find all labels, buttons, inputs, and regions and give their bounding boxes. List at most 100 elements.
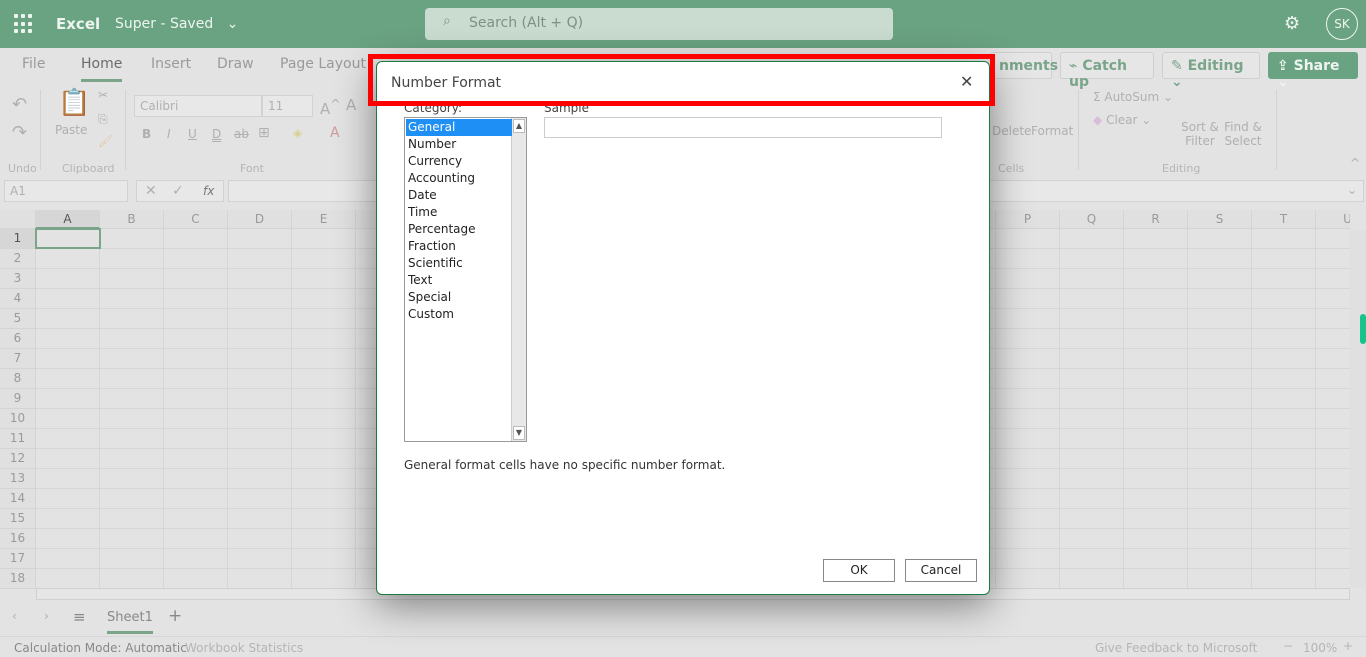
row-header[interactable]: 10: [0, 409, 36, 429]
cut-icon[interactable]: ✂: [98, 88, 108, 102]
row-header[interactable]: 16: [0, 529, 36, 549]
document-title[interactable]: Super - Saved ⌄: [115, 16, 238, 32]
app-launcher-icon[interactable]: [14, 14, 34, 34]
row-header[interactable]: 12: [0, 449, 36, 469]
borders-icon[interactable]: ⊞: [258, 125, 270, 141]
row-header[interactable]: 11: [0, 429, 36, 449]
column-header[interactable]: U: [1316, 210, 1350, 229]
increase-font-icon[interactable]: A^: [320, 96, 341, 118]
bold-icon[interactable]: B: [142, 127, 151, 141]
double-underline-icon[interactable]: D: [212, 127, 221, 141]
underline-icon[interactable]: U: [188, 127, 197, 141]
row-header[interactable]: 7: [0, 349, 36, 369]
tab-page-layout[interactable]: Page Layout: [280, 56, 366, 72]
vertical-scrollbar[interactable]: [1350, 230, 1366, 588]
zoom-level[interactable]: 100%: [1303, 641, 1337, 655]
format-cells-button[interactable]: Format: [1031, 124, 1073, 138]
autosum-button[interactable]: Σ AutoSum ⌄: [1093, 90, 1173, 104]
row-header[interactable]: 13: [0, 469, 36, 489]
strikethrough-icon[interactable]: ab: [234, 127, 249, 141]
category-list[interactable]: ▲ ▼ General Number Currency Accounting Date T…: [404, 117, 527, 442]
next-sheet-icon[interactable]: ›: [44, 609, 49, 623]
column-header[interactable]: T: [1252, 210, 1316, 229]
workbook-statistics[interactable]: Workbook Statistics: [185, 641, 303, 655]
sort-filter-button[interactable]: Sort & Filter: [1180, 120, 1220, 148]
row-header[interactable]: 3: [0, 269, 36, 289]
column-header[interactable]: S: [1188, 210, 1252, 229]
row-header[interactable]: 14: [0, 489, 36, 509]
scroll-down-icon[interactable]: ▼: [513, 426, 525, 440]
scroll-thumb[interactable]: [1360, 314, 1366, 344]
category-item[interactable]: Custom: [406, 306, 512, 323]
column-header[interactable]: R: [1124, 210, 1188, 229]
select-all-corner[interactable]: [0, 210, 36, 229]
clear-button[interactable]: ◆ Clear ⌄: [1093, 113, 1151, 127]
category-item[interactable]: Currency: [406, 153, 512, 170]
column-header[interactable]: A: [36, 210, 100, 229]
category-item[interactable]: General: [406, 119, 512, 136]
category-item[interactable]: Time: [406, 204, 512, 221]
column-header[interactable]: E: [292, 210, 356, 229]
tab-file[interactable]: File: [22, 56, 45, 72]
row-header[interactable]: 18: [0, 569, 36, 589]
tab-draw[interactable]: Draw: [217, 56, 254, 72]
editing-mode-button[interactable]: ✎ Editing ⌄: [1162, 52, 1260, 90]
find-select-button[interactable]: Find & Select: [1222, 120, 1264, 148]
ok-button[interactable]: OK: [823, 559, 895, 582]
row-header[interactable]: 17: [0, 549, 36, 569]
category-item[interactable]: Accounting: [406, 170, 512, 187]
collapse-ribbon-icon[interactable]: ^: [1350, 156, 1360, 170]
decrease-font-icon[interactable]: A: [346, 96, 356, 114]
fill-color-icon[interactable]: ◈: [293, 126, 302, 140]
cancel-icon[interactable]: ✕: [145, 183, 157, 199]
share-button[interactable]: ⇪ Share ⌄: [1268, 52, 1358, 90]
column-header[interactable]: P: [996, 210, 1060, 229]
category-item[interactable]: Scientific: [406, 255, 512, 272]
paste-icon[interactable]: 📋: [58, 88, 90, 118]
category-item[interactable]: Special: [406, 289, 512, 306]
zoom-out-icon[interactable]: −: [1283, 639, 1293, 653]
tab-insert[interactable]: Insert: [151, 56, 191, 72]
prev-sheet-icon[interactable]: ‹: [12, 609, 17, 623]
column-header[interactable]: Q: [1060, 210, 1124, 229]
row-header[interactable]: 1: [0, 229, 36, 249]
calculation-mode[interactable]: Calculation Mode: Automatic: [14, 641, 187, 655]
search-input[interactable]: ⌕ Search (Alt + Q): [425, 8, 893, 40]
catch-up-button[interactable]: ⌁ Catch up: [1060, 52, 1154, 90]
row-header[interactable]: 5: [0, 309, 36, 329]
font-size-dropdown[interactable]: 11: [262, 95, 313, 117]
row-header[interactable]: 9: [0, 389, 36, 409]
scroll-up-icon[interactable]: ▲: [513, 119, 525, 133]
list-scrollbar[interactable]: ▲ ▼: [511, 118, 526, 441]
name-box[interactable]: A1: [4, 180, 128, 202]
italic-icon[interactable]: I: [167, 127, 171, 141]
category-item[interactable]: Date: [406, 187, 512, 204]
expand-formula-icon[interactable]: ⌄: [1347, 183, 1357, 197]
row-header[interactable]: 6: [0, 329, 36, 349]
undo-icon[interactable]: ↶: [12, 94, 27, 115]
add-sheet-icon[interactable]: +: [168, 606, 182, 626]
sheet-tab[interactable]: Sheet1: [107, 610, 153, 634]
check-icon[interactable]: ✓: [172, 183, 184, 199]
row-header[interactable]: 8: [0, 369, 36, 389]
comments-button[interactable]: nments: [990, 52, 1058, 79]
paste-label[interactable]: Paste: [55, 123, 87, 137]
zoom-in-icon[interactable]: +: [1343, 639, 1353, 653]
tab-home[interactable]: Home: [81, 56, 123, 82]
all-sheets-menu-icon[interactable]: ≡: [73, 608, 86, 626]
redo-icon[interactable]: ↷: [12, 122, 27, 143]
column-header[interactable]: D: [228, 210, 292, 229]
category-item[interactable]: Text: [406, 272, 512, 289]
font-name-dropdown[interactable]: Calibri: [134, 95, 262, 117]
active-cell[interactable]: [35, 228, 101, 249]
row-header[interactable]: 2: [0, 249, 36, 269]
insert-function-icon[interactable]: fx: [203, 184, 214, 198]
column-header[interactable]: C: [164, 210, 228, 229]
column-header[interactable]: B: [100, 210, 164, 229]
app-name[interactable]: Excel: [56, 15, 100, 33]
category-item[interactable]: Fraction: [406, 238, 512, 255]
format-painter-icon[interactable]: 🖌: [98, 134, 113, 148]
cancel-button[interactable]: Cancel: [905, 559, 977, 582]
delete-cells-button[interactable]: Delete: [992, 124, 1031, 138]
settings-gear-icon[interactable]: ⚙: [1284, 13, 1300, 34]
